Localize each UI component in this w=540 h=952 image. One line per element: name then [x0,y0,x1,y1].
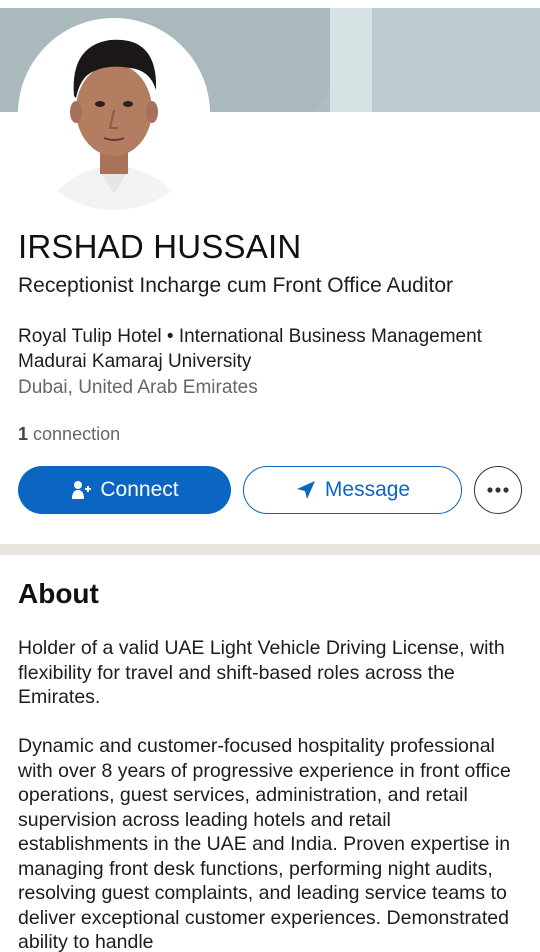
connect-label: Connect [100,478,179,501]
connections-number: 1 [18,424,29,444]
avatar[interactable] [18,18,210,210]
send-icon [295,479,317,501]
about-paragraph: Dynamic and customer-focused hospitality… [18,735,511,952]
about-title: About [18,578,99,609]
profile-location: Dubai, United Arab Emirates [18,377,258,398]
more-horizontal-icon [486,481,510,499]
profile-education[interactable]: Royal Tulip Hotel • International Busine… [18,324,518,374]
profile-headline: Receptionist Incharge cum Front Office A… [18,274,453,297]
banner-block [372,8,540,112]
connect-button[interactable]: Connect [18,466,231,514]
about-paragraph: Holder of a valid UAE Light Vehicle Driv… [18,637,505,708]
banner-stripe [330,8,372,112]
connections-count[interactable]: 1 connection [18,424,120,445]
message-button[interactable]: Message [243,466,462,514]
section-divider [0,544,540,555]
profile-name: IRSHAD HUSSAIN [18,228,302,265]
message-label: Message [324,478,411,501]
connections-label: connection [33,424,121,444]
more-button[interactable] [474,466,522,514]
add-person-icon [70,479,92,501]
